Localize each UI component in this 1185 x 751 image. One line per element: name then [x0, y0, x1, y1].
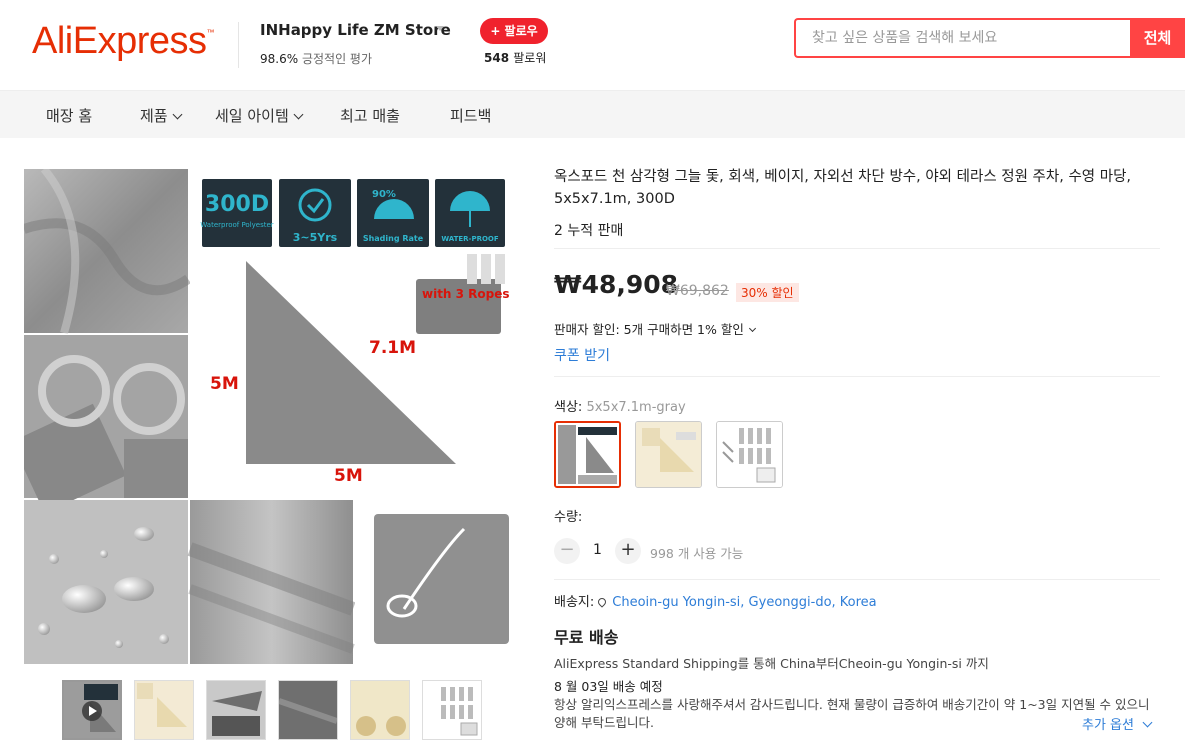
color-swatch-beige[interactable]	[635, 421, 702, 488]
shipping-method: AliExpress Standard Shipping를 통해 China부터…	[554, 656, 989, 671]
seller-discount-text: 판매자 할인: 5개 구매하면 1% 할인	[554, 322, 744, 337]
search-input[interactable]	[796, 20, 1132, 56]
badge-waterproof-polyester-text: Waterproof Polyester	[200, 221, 273, 229]
store-name[interactable]: INHappy Life ZM Store	[260, 21, 451, 39]
swatch-accessories-image	[717, 422, 782, 487]
nav-item-sale-items[interactable]: 세일 아이템	[215, 105, 304, 126]
nav-label: 피드백	[450, 107, 492, 125]
thumbnail-gray-image	[279, 681, 337, 739]
header-divider	[238, 22, 239, 68]
color-label-text: 색상:	[554, 400, 583, 415]
product-collage-image: 300D Waterproof Polyester 3~5Yrs 90% Sha…	[24, 169, 519, 664]
followers-count: 548 팔로워	[484, 49, 546, 66]
get-coupon-link[interactable]: 쿠폰 받기	[554, 345, 610, 365]
store-nav: 매장 홈 제품 세일 아이템 최고 매출 피드백	[0, 90, 1185, 138]
color-value: 5x5x7.1m-gray	[586, 400, 686, 415]
more-options-text: 추가 옵션	[1082, 718, 1134, 733]
follow-button[interactable]: + 팔로우	[480, 18, 548, 44]
thumbnail-2[interactable]	[134, 680, 194, 740]
original-price: ₩69,862	[666, 283, 729, 299]
chevron-down-icon	[748, 324, 756, 333]
ship-to: 배송지: Cheoin-gu Yongin-si, Gyeonggi-do, Ko…	[554, 591, 877, 610]
color-swatch-gray[interactable]	[554, 421, 621, 488]
rating-text: 긍정적인 평가	[301, 52, 373, 66]
search-scope-button[interactable]: 전체	[1130, 18, 1185, 58]
badge-90-text: 90%	[372, 189, 396, 200]
thumbnail-1[interactable]	[62, 680, 122, 740]
divider	[554, 376, 1160, 377]
thumbnail-beige-fabric-image	[351, 681, 409, 739]
thumbnail-3[interactable]	[206, 680, 266, 740]
thumbnail-accessories-image	[423, 681, 481, 739]
chevron-down-icon	[172, 109, 183, 120]
discount-badge: 30% 할인	[736, 283, 799, 302]
ship-to-location-link[interactable]: Cheoin-gu Yongin-si, Gyeonggi-do, Korea	[612, 595, 876, 610]
quantity-available: 998 개 사용 가능	[650, 546, 744, 561]
seller-discount[interactable]: 판매자 할인: 5개 구매하면 1% 할인	[554, 319, 756, 338]
chevron-down-icon	[293, 109, 304, 120]
divider	[554, 248, 1160, 249]
ship-to-label: 배송지:	[554, 595, 595, 610]
color-swatch-accessories[interactable]	[716, 421, 783, 488]
quantity-value[interactable]: 1	[593, 542, 602, 558]
location-pin-icon	[596, 596, 608, 608]
badge-shading-text: Shading Rate	[363, 234, 424, 243]
nav-item-store-home[interactable]: 매장 홈	[46, 105, 92, 126]
nav-label: 세일 아이템	[215, 107, 289, 125]
followers-label: 팔로워	[513, 51, 547, 65]
quantity-increase-button[interactable]: +	[615, 538, 641, 564]
chevron-down-icon	[1142, 717, 1153, 728]
dimension-hypotenuse: 7.1M	[369, 338, 416, 358]
nav-item-products[interactable]: 제품	[140, 105, 183, 126]
store-rating: 98.6% 긍정적인 평가	[260, 50, 372, 67]
badge-years-text: 3~5Yrs	[293, 231, 338, 244]
store-header: AliExpress™ INHappy Life ZM Store 98.6% …	[0, 0, 1185, 90]
current-price: ₩48,908	[554, 270, 679, 299]
nav-label: 제품	[140, 107, 168, 125]
product-title: 옥스포드 천 삼각형 그늘 돛, 회색, 베이지, 자외선 차단 방수, 야외 …	[554, 169, 1132, 207]
free-shipping: 무료 배송	[554, 628, 619, 647]
swatch-gray-image	[556, 423, 619, 486]
badge-waterproof-text: WATER-PROOF	[441, 235, 499, 243]
thumbnail-6[interactable]	[422, 680, 482, 740]
swatch-beige-image	[636, 422, 701, 487]
nav-item-top-selling[interactable]: 최고 매출	[340, 105, 400, 126]
thumbnail-install-image	[207, 681, 265, 739]
ropes-caption: with 3 Ropes	[422, 287, 510, 301]
sold-count: 2 누적 판매	[554, 223, 624, 239]
quantity-label: 수량:	[554, 510, 583, 525]
main-product-image[interactable]: 300D Waterproof Polyester 3~5Yrs 90% Sha…	[24, 169, 519, 664]
divider	[554, 579, 1160, 580]
logo-text: AliExpress	[32, 20, 207, 62]
thumbnail-5[interactable]	[350, 680, 410, 740]
more-options-link[interactable]: 추가 옵션	[1078, 714, 1153, 733]
nav-label: 최고 매출	[340, 107, 400, 125]
nav-item-feedback[interactable]: 피드백	[450, 105, 491, 126]
thumbnail-video-image	[64, 682, 120, 738]
delivery-date: 8 월 03일 배송 예정	[554, 679, 663, 694]
dimension-bottom: 5M	[334, 466, 363, 486]
thumbnail-4[interactable]	[278, 680, 338, 740]
search-box	[794, 18, 1132, 58]
store-caret-icon[interactable]	[436, 26, 444, 31]
quantity-decrease-button[interactable]: −	[554, 538, 580, 564]
aliexpress-logo[interactable]: AliExpress™	[32, 20, 214, 63]
dimension-left: 5M	[210, 374, 239, 394]
badge-300d-text: 300D	[205, 192, 269, 217]
thumbnail-beige-image	[135, 681, 193, 739]
followers-number: 548	[484, 51, 510, 65]
color-label: 색상: 5x5x7.1m-gray	[554, 396, 686, 415]
nav-label: 매장 홈	[46, 107, 93, 125]
rating-value: 98.6%	[260, 52, 299, 66]
shipping-note: 항상 알리익스프레스를 사랑해주셔서 감사드립니다. 현재 물량이 급증하여 배…	[554, 697, 1150, 730]
